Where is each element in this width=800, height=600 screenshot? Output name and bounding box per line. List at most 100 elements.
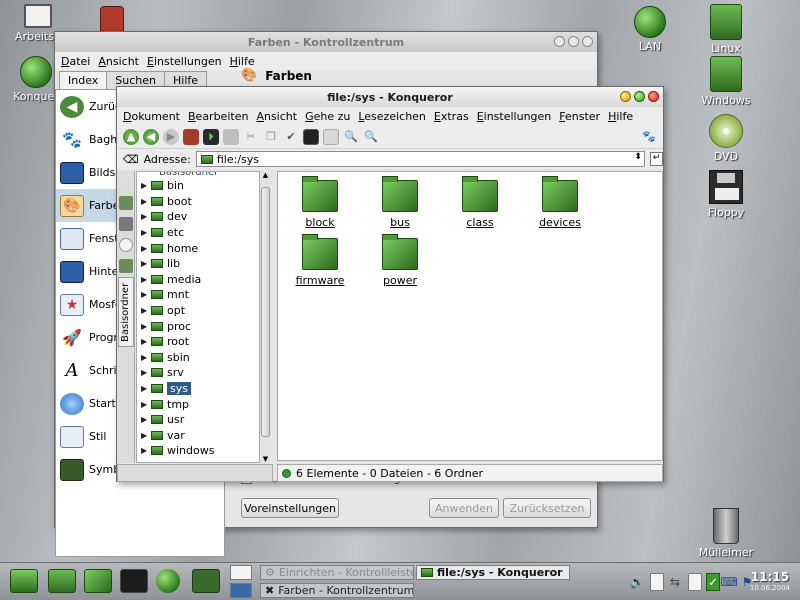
konqueror-titlebar[interactable]: file:/sys - Konqueror [117, 87, 663, 107]
menu-fenster[interactable]: Fenster [555, 110, 604, 123]
zoom-in-icon[interactable]: 🔍 [343, 129, 359, 145]
desktop-icon-floppy[interactable]: Floppy [690, 170, 762, 219]
scroll-up-arrow[interactable]: ▲ [260, 171, 271, 179]
desktop-icon-trash[interactable]: Mülleimer [690, 508, 762, 559]
configure-sidebar-icon[interactable] [119, 175, 133, 189]
maximize-button[interactable] [568, 36, 579, 47]
expand-arrow-icon[interactable]: ▶ [141, 368, 147, 377]
tree-item[interactable]: ▶ etc [137, 225, 265, 241]
scroll-thumb[interactable] [261, 187, 270, 437]
desktop-pager-2[interactable] [230, 583, 252, 598]
keyboard-icon[interactable]: ⌨ [720, 573, 737, 591]
menu-einstellungen[interactable]: Einstellungen [473, 110, 556, 123]
menu-einstellungen[interactable]: Einstellungen [143, 55, 226, 68]
tree-item[interactable]: ▶ sbin [137, 350, 265, 366]
desktop-icon-dvd[interactable]: DVD [690, 114, 762, 163]
menu-bearbeiten[interactable]: Bearbeiten [184, 110, 252, 123]
konqueror-window[interactable]: file:/sys - Konqueror Dokument Bearbeite… [116, 86, 664, 482]
tree-scrollbar[interactable]: ▲ ▼ [259, 171, 271, 463]
bookmarks-sidebar-icon[interactable] [119, 196, 133, 210]
tree-item[interactable]: ▶ media [137, 272, 265, 288]
forward-icon[interactable]: ▶ [163, 128, 179, 145]
tab-index[interactable]: Index [59, 71, 108, 89]
tree-item[interactable]: ▶ srv [137, 365, 265, 381]
speaker-icon[interactable]: 🔈 [630, 573, 645, 591]
run-icon[interactable]: ⏵ [203, 128, 219, 145]
clear-location-icon[interactable]: ⌫ [123, 153, 139, 166]
folder-item[interactable]: devices [522, 176, 598, 229]
expand-arrow-icon[interactable]: ▶ [141, 181, 147, 190]
dropdown-icon[interactable]: ⬍ [634, 152, 642, 162]
tree-item[interactable]: ▶ tmp [137, 396, 265, 412]
up-icon[interactable]: ▲ [123, 128, 139, 145]
close-button[interactable] [582, 36, 593, 47]
apply-button[interactable]: Anwenden [429, 498, 499, 518]
folder-item[interactable]: class [442, 176, 518, 229]
network-icon[interactable]: ⇆ [668, 573, 682, 591]
task-einrichten[interactable]: ⚙ Einrichten - Kontrollleiste [260, 565, 414, 580]
update-icon[interactable]: ✓ [706, 573, 720, 591]
menu-gehe-zu[interactable]: Gehe zu [301, 110, 354, 123]
expand-arrow-icon[interactable]: ▶ [141, 400, 147, 409]
chair-icon[interactable] [100, 6, 124, 32]
go-icon[interactable]: ↵ [649, 152, 663, 166]
home-folder-icon[interactable] [84, 569, 112, 593]
minimize-button[interactable] [554, 36, 565, 47]
task-konqueror[interactable]: file:/sys - Konqueror [416, 565, 570, 580]
control-center-titlebar[interactable]: Farben - Kontrollzentrum [55, 32, 597, 52]
history-sidebar-icon[interactable] [119, 238, 133, 252]
harddrive-icon[interactable] [48, 569, 76, 593]
home-icon[interactable] [183, 128, 199, 145]
stop-icon[interactable] [223, 128, 239, 145]
desktop-icon-lan[interactable]: LAN [614, 6, 686, 53]
menu-datei[interactable]: Datei [57, 55, 94, 68]
tree-item[interactable]: ▶ lib [137, 256, 265, 272]
expand-arrow-icon[interactable]: ▶ [141, 197, 147, 206]
expand-arrow-icon[interactable]: ▶ [141, 337, 147, 346]
expand-arrow-icon[interactable]: ▶ [141, 259, 147, 268]
folder-item[interactable]: firmware [282, 234, 358, 287]
zoom-out-icon[interactable]: 🔍 [363, 129, 379, 145]
menu-lesezeichen[interactable]: Lesezeichen [354, 110, 430, 123]
location-input[interactable]: file:/sys ⬍ [195, 151, 645, 167]
terminal-icon[interactable] [120, 569, 148, 593]
task-kontrollzentrum[interactable]: ✖ Farben - Kontrollzentrum [260, 583, 414, 598]
clock[interactable]: 11:15 10.06.2004 [750, 570, 790, 592]
expand-arrow-icon[interactable]: ▶ [141, 446, 147, 455]
folder-item[interactable]: block [282, 176, 358, 229]
browser-globe-icon[interactable] [156, 569, 180, 593]
desktop-pager-1[interactable] [230, 565, 252, 580]
tree-item[interactable]: ▶ opt [137, 303, 265, 319]
expand-arrow-icon[interactable]: ▶ [141, 228, 147, 237]
back-icon[interactable]: ◀ [143, 128, 159, 145]
desktop-icon-windows[interactable]: Windows [690, 56, 762, 107]
battery-icon[interactable] [688, 573, 702, 591]
reset-button[interactable]: Zurücksetzen [503, 498, 591, 518]
menu-hilfe[interactable]: Hilfe [226, 55, 259, 68]
minimize-button[interactable] [620, 91, 631, 102]
scroll-down-arrow[interactable]: ▼ [260, 455, 271, 463]
maximize-button[interactable] [634, 91, 645, 102]
expand-arrow-icon[interactable]: ▶ [141, 353, 147, 362]
kmenu-icon[interactable] [10, 569, 38, 593]
expand-arrow-icon[interactable]: ▶ [141, 212, 147, 221]
tree-item[interactable]: ▶ windows [137, 443, 265, 459]
menu-dokument[interactable]: Dokument [119, 110, 184, 123]
copy-icon[interactable]: ❐ [263, 129, 279, 145]
print-icon[interactable] [323, 128, 339, 145]
kedit-icon[interactable] [192, 569, 220, 593]
defaults-button[interactable]: Voreinstellungen [241, 498, 339, 518]
menu-ansicht[interactable]: Ansicht [252, 110, 301, 123]
folder-item[interactable]: bus [362, 176, 438, 229]
close-button[interactable] [648, 91, 659, 102]
desktop-icon-linux[interactable]: Linux [690, 4, 762, 55]
tree-item[interactable]: ▶ dev [137, 209, 265, 225]
tree-item[interactable]: ▶ mnt [137, 287, 265, 303]
clipboard-icon[interactable] [650, 573, 664, 591]
tree-item[interactable]: ▶ home [137, 240, 265, 256]
home-sidebar-icon[interactable] [119, 259, 133, 273]
paste-icon[interactable]: ✔ [283, 129, 299, 145]
terminal-icon[interactable] [303, 128, 319, 145]
expand-arrow-icon[interactable]: ▶ [141, 415, 147, 424]
expand-arrow-icon[interactable]: ▶ [141, 431, 147, 440]
